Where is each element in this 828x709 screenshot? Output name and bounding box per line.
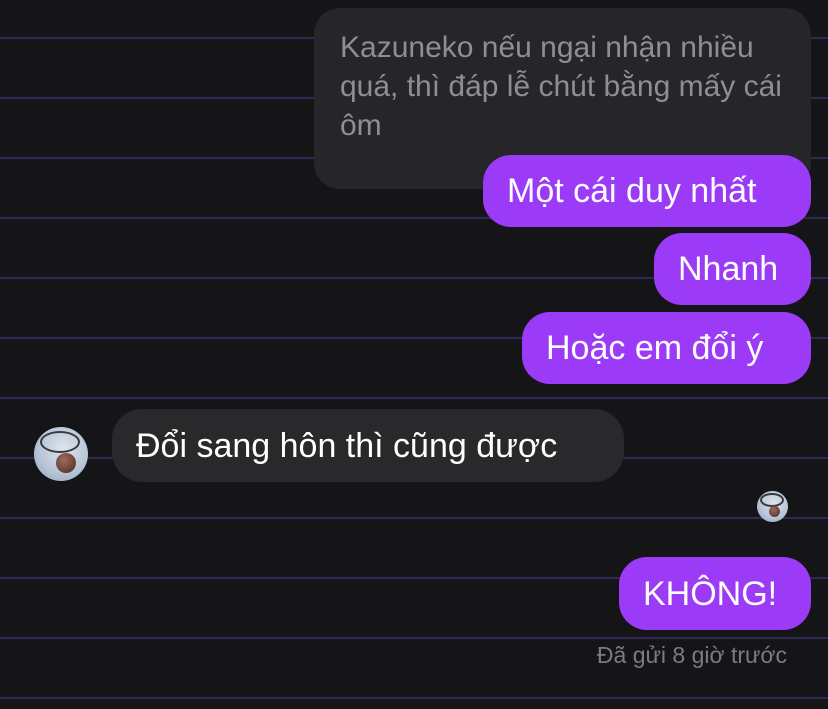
outgoing-message-3[interactable]: Hoặc em đổi ý	[522, 312, 811, 384]
message-text: Hoặc em đổi ý	[546, 329, 764, 367]
reply-preview-text: Kazuneko nếu ngại nhận nhiều quá, thì đá…	[340, 31, 782, 142]
sent-status-text: Đã gửi 8 giờ trước	[596, 642, 787, 668]
outgoing-message-4[interactable]: KHÔNG!	[619, 557, 811, 630]
message-text: Nhanh	[678, 250, 779, 288]
outgoing-message-1[interactable]: Một cái duy nhất	[483, 155, 811, 227]
contact-avatar-icon[interactable]	[34, 427, 88, 481]
message-text: Một cái duy nhất	[507, 172, 757, 210]
message-text: Đổi sang hôn thì cũng được	[136, 426, 558, 465]
outgoing-message-2[interactable]: Nhanh	[654, 233, 811, 305]
incoming-message-1[interactable]: Đổi sang hôn thì cũng được	[112, 409, 624, 482]
seen-avatar-icon	[757, 491, 788, 522]
message-text: KHÔNG!	[643, 574, 778, 613]
